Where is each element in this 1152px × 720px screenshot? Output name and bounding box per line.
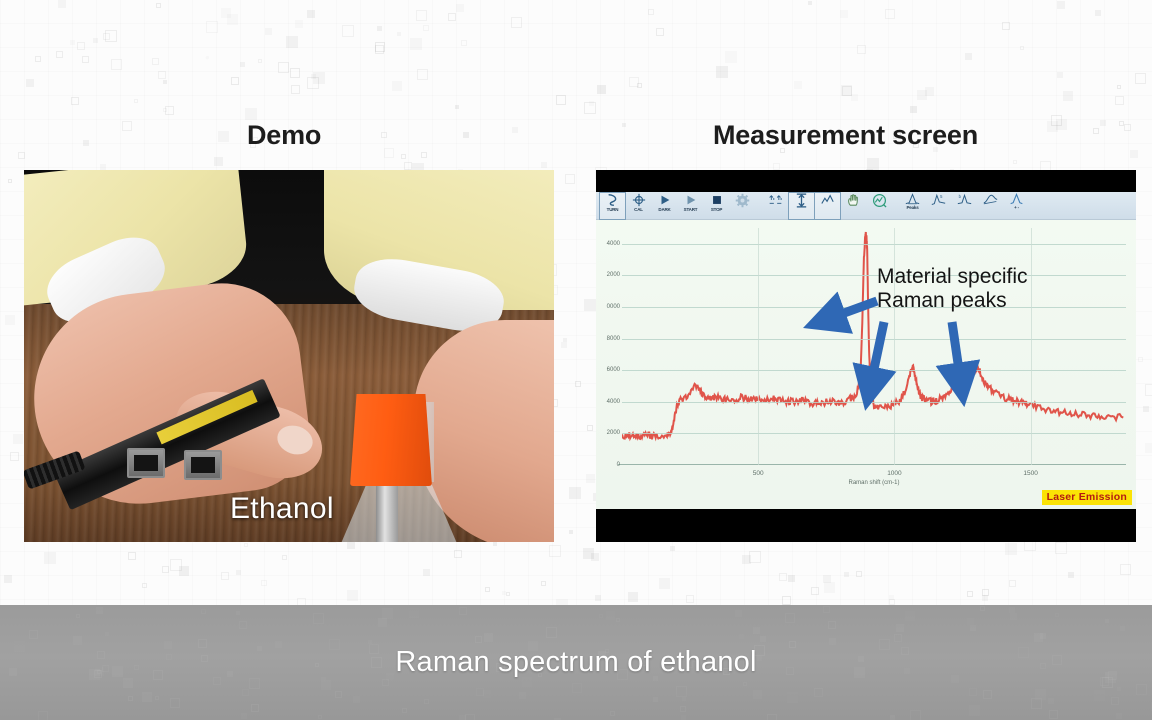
x-axis-tick-label: 1000 xyxy=(887,470,902,477)
toolbar-button-label: STOP xyxy=(710,206,723,212)
pan-hand-icon xyxy=(846,193,861,208)
y-axis-tick-label: 2000 xyxy=(606,430,620,437)
grid-line-horizontal xyxy=(622,370,1126,372)
caption-text: Raman spectrum of ethanol xyxy=(395,646,757,678)
scale-axes-icon[interactable] xyxy=(763,193,788,219)
page-title-measurement-screen: Measurement screen xyxy=(713,120,979,150)
grid-line-horizontal xyxy=(622,243,1126,245)
baseline-icon xyxy=(983,193,998,205)
calibration-icon xyxy=(632,193,646,207)
spectrum-plot: Raman shift (cm-1) 2000 4000 6000 8000 0000 2… xyxy=(596,220,1136,509)
y-axis-tick-label: 8000 xyxy=(606,335,620,342)
toolbar-button-label: START xyxy=(683,206,698,212)
grid-line-vertical xyxy=(758,228,760,465)
measurement-screen-video: TURN CAL DARK START STOP Peaks 5 b + - Raman shi… xyxy=(596,170,1136,542)
play-dark-icon[interactable]: DARK xyxy=(652,193,677,219)
peak-left-icon[interactable]: 5 xyxy=(926,193,951,219)
toolbar-button-label: + - xyxy=(1014,204,1019,210)
y-axis-tick-label: 4000 xyxy=(606,240,620,247)
grid-line-vertical xyxy=(1030,228,1032,465)
demo-photo: Ethanol xyxy=(24,170,554,542)
peak-addremove-icon xyxy=(1009,192,1024,205)
grid-line-horizontal xyxy=(622,401,1126,403)
slide-root: Demo Measurement screen Ethanol TURN CAL… xyxy=(0,0,1152,720)
peak-find-icon xyxy=(905,192,920,205)
y-axis-tick-label: 4000 xyxy=(606,398,620,405)
y-axis-tick-label: 6000 xyxy=(606,367,620,374)
x-axis-tick-label: 1500 xyxy=(1023,470,1038,477)
scale-axes-icon xyxy=(768,193,783,207)
photo-sample-holder-2 xyxy=(184,450,222,480)
x-axis-label: Raman shift (cm-1) xyxy=(848,480,900,486)
peak-find-icon[interactable]: Peaks xyxy=(900,192,925,219)
zoom-region-icon xyxy=(820,193,835,207)
stop-square-icon[interactable]: STOP xyxy=(704,193,729,219)
peak-addremove-icon[interactable]: + - xyxy=(1004,192,1029,219)
photo-probe-rod xyxy=(376,480,398,542)
pan-hand-icon[interactable] xyxy=(841,193,866,219)
grid-line-horizontal xyxy=(622,306,1126,308)
autoscale-y-icon xyxy=(795,192,808,208)
spectrometer-application: TURN CAL DARK START STOP Peaks 5 b + - Raman shi… xyxy=(596,191,1136,509)
page-title-demo: Demo xyxy=(247,120,322,150)
peak-right-icon[interactable]: b xyxy=(952,193,977,219)
svg-text:5: 5 xyxy=(940,193,943,198)
zoom-region-icon[interactable] xyxy=(814,191,841,220)
letterbox-top xyxy=(596,170,1136,192)
app-toolbar: TURN CAL DARK START STOP Peaks 5 b + - xyxy=(596,191,1136,220)
cursor-select-icon[interactable]: TURN xyxy=(599,191,626,220)
photo-sample-holder-1 xyxy=(127,448,165,478)
spectrum-curve xyxy=(622,228,1126,465)
peak-right-icon: b xyxy=(957,193,972,206)
baseline-icon[interactable] xyxy=(978,193,1003,219)
svg-text:b: b xyxy=(959,193,962,198)
annotation-line-1: Material specific xyxy=(877,265,1028,288)
toolbar-button-label: TURN xyxy=(606,206,619,212)
photo-orange-cap xyxy=(350,394,432,486)
toolbar-button-label: Peaks xyxy=(906,204,919,210)
live-view-icon xyxy=(872,193,887,208)
grid-line-horizontal xyxy=(622,275,1126,277)
photo-overlay-label: Ethanol xyxy=(230,492,334,525)
live-view-icon[interactable] xyxy=(867,193,892,219)
autoscale-y-icon[interactable] xyxy=(788,191,815,220)
grid-line-vertical xyxy=(894,228,896,465)
gear-settings-icon[interactable] xyxy=(730,193,755,219)
grid-line-horizontal xyxy=(622,433,1126,435)
toolbar-button-label: CAL xyxy=(634,206,643,212)
letterbox-bottom xyxy=(596,509,1136,542)
peak-left-icon: 5 xyxy=(931,193,946,206)
caption-bar: Raman spectrum of ethanol xyxy=(0,605,1152,720)
y-axis-tick-label: 0 xyxy=(616,462,620,468)
play-dark-icon xyxy=(658,193,672,207)
grid-line-horizontal xyxy=(622,338,1126,340)
y-axis-tick-label: 0000 xyxy=(606,303,620,310)
status-badge-laser-emission: Laser Emission xyxy=(1041,490,1132,505)
play-start-icon[interactable]: START xyxy=(678,193,703,219)
plot-area: Raman shift (cm-1) 2000 4000 6000 8000 0000 2… xyxy=(607,228,1126,486)
stop-square-icon xyxy=(710,193,724,207)
annotation-line-2: Raman peaks xyxy=(877,289,1007,313)
y-axis-tick-label: 2000 xyxy=(606,272,620,279)
toolbar-button-label: DARK xyxy=(658,206,671,212)
play-start-icon xyxy=(684,193,698,207)
cursor-select-icon xyxy=(606,193,620,207)
x-axis-tick-label: 500 xyxy=(752,470,764,477)
calibration-icon[interactable]: CAL xyxy=(626,193,651,219)
gear-settings-icon xyxy=(735,193,750,208)
annotation-text: Material specific Raman peaks xyxy=(877,265,1028,314)
